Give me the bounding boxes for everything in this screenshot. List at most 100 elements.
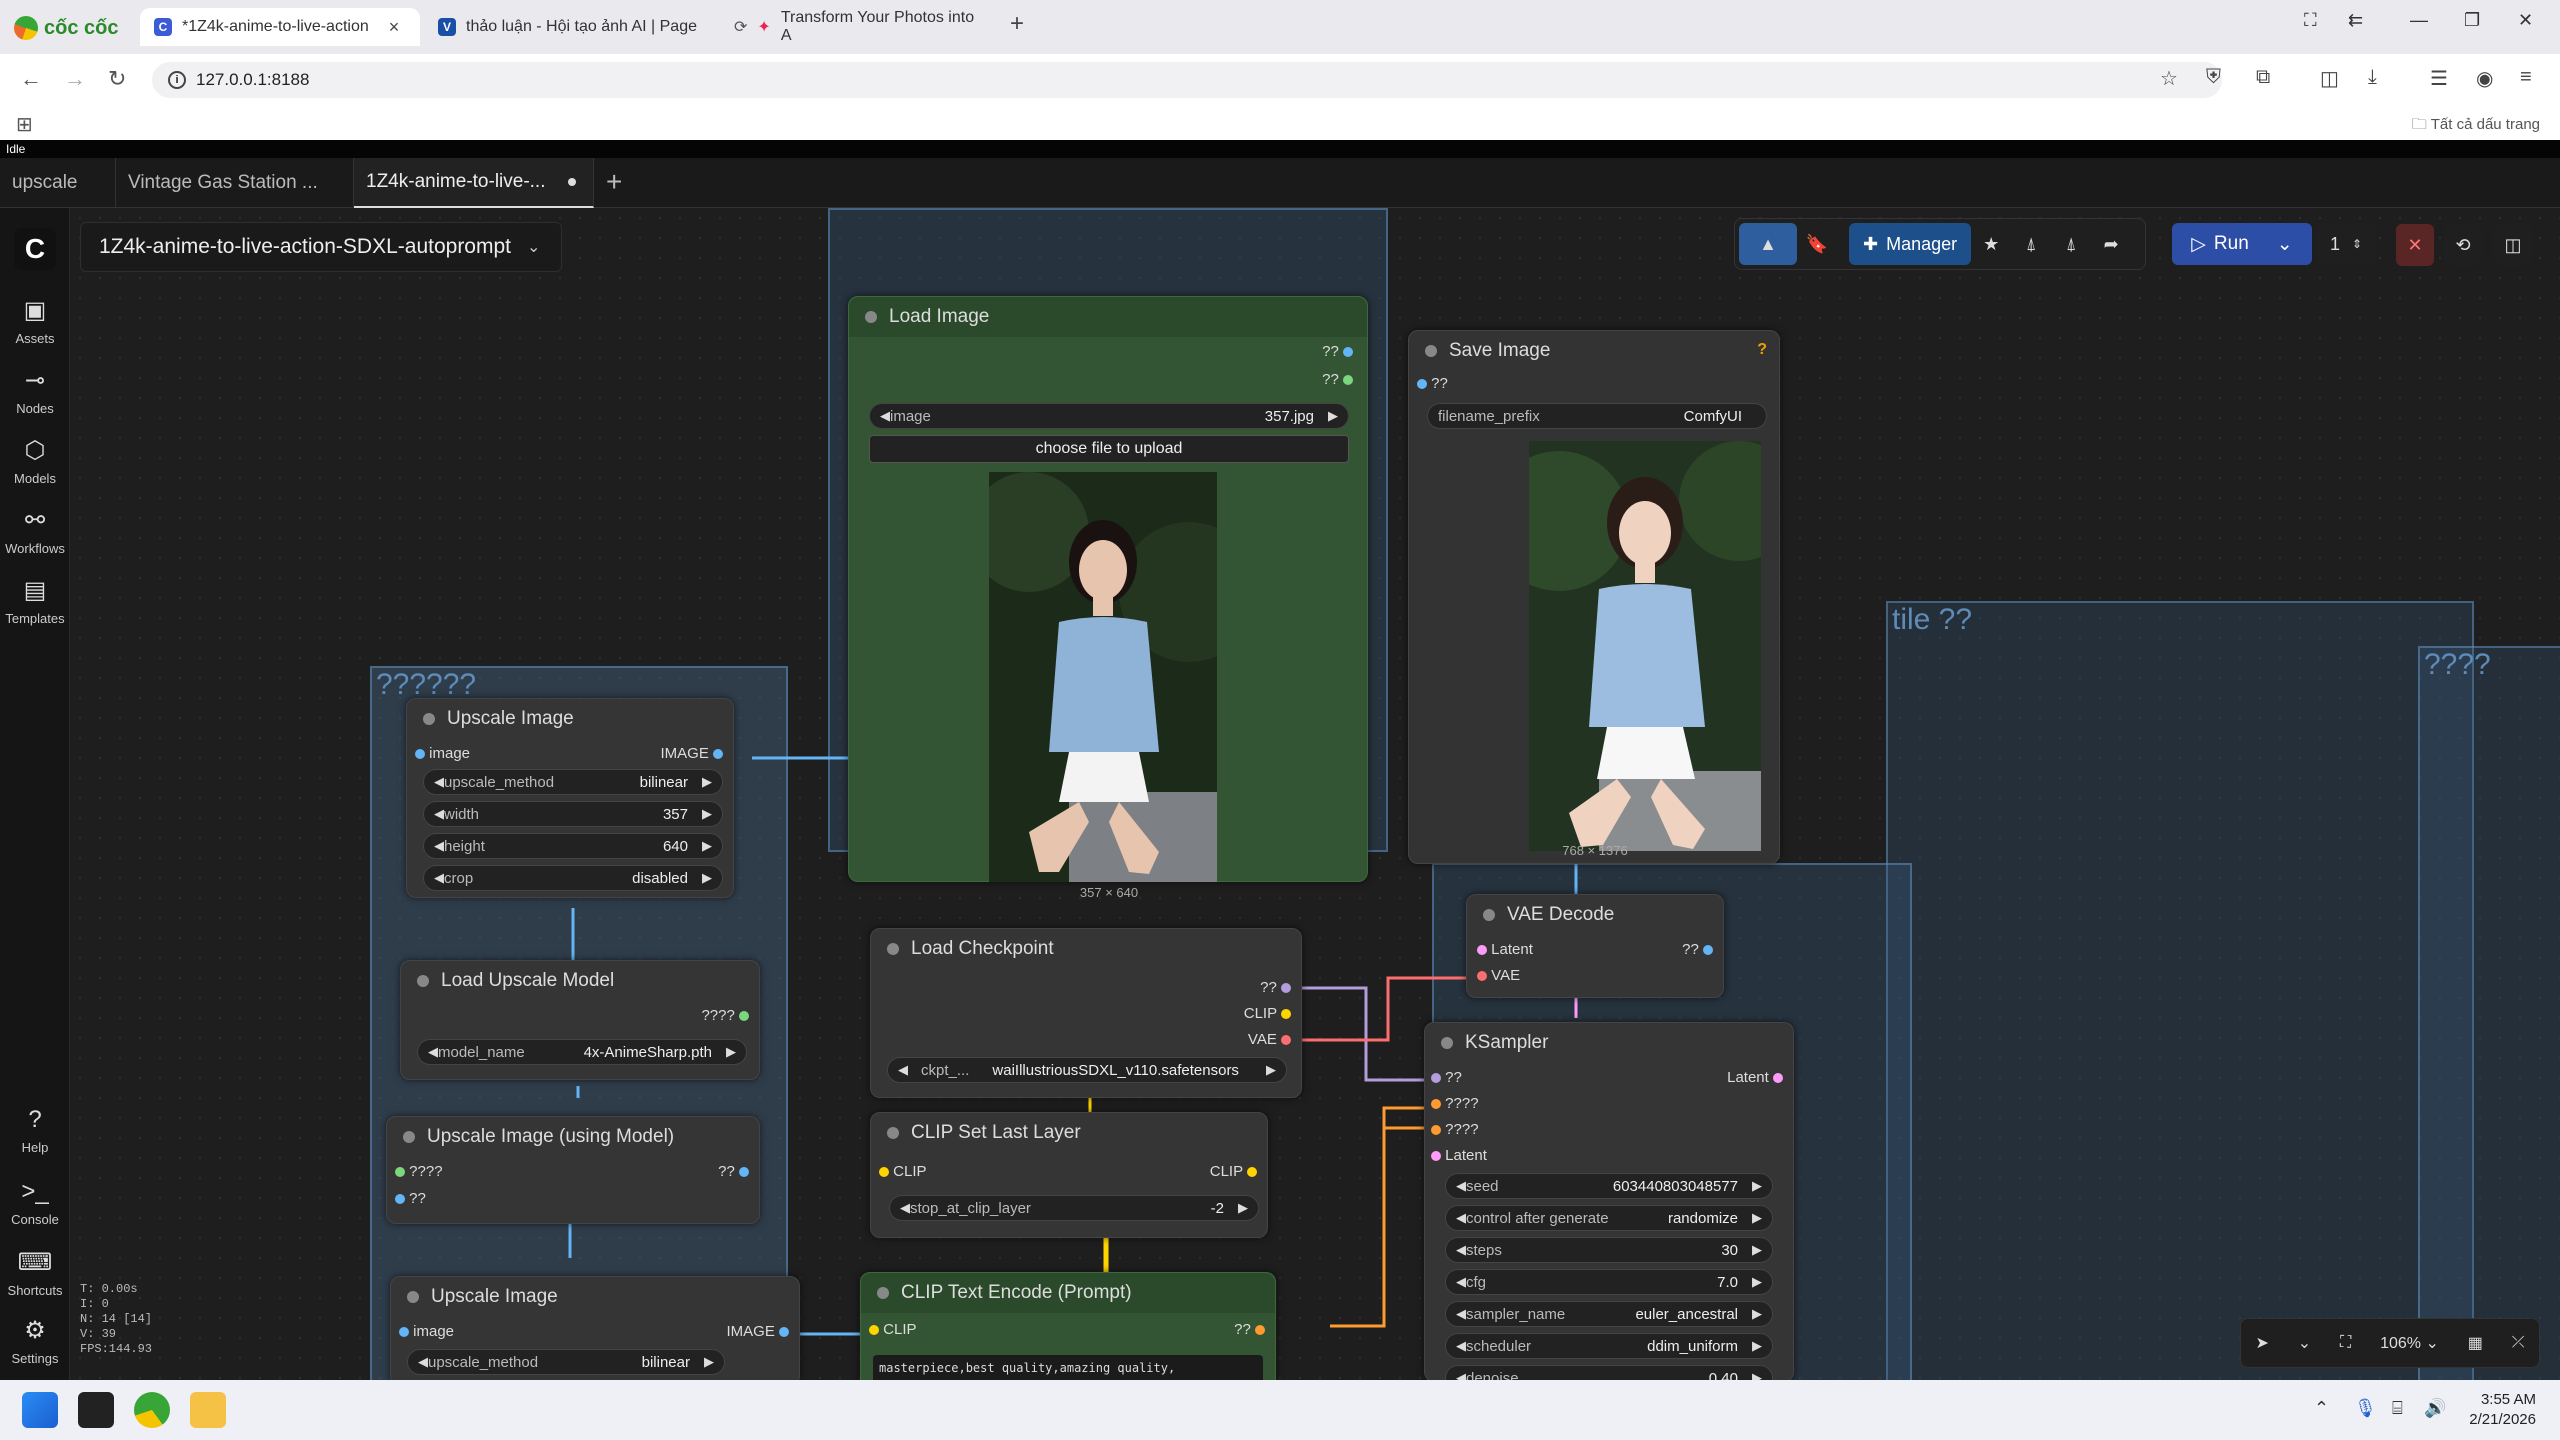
browser-brand[interactable]: cốc cốc [14, 14, 118, 42]
output-slot[interactable]: ?? [718, 1163, 749, 1180]
arrow-right-icon[interactable]: ▶ [1752, 1242, 1762, 1258]
arrow-right-icon[interactable]: ▶ [1752, 1338, 1762, 1354]
sidebar-item-models[interactable]: ⬡ Models [0, 436, 70, 486]
node-title[interactable]: Load Checkpoint [871, 929, 1301, 969]
output-slot[interactable]: Latent [1727, 1069, 1783, 1086]
filename-prefix-field[interactable]: filename_prefix ComfyUI [1427, 403, 1767, 429]
input-slot[interactable]: ???? [1431, 1121, 1479, 1138]
media-icon[interactable]: ☰ [2430, 66, 2448, 91]
node-title[interactable]: Upscale Image [407, 699, 733, 739]
node-ksampler[interactable]: KSampler ?? ???? ???? Latent Latent ◀ see… [1424, 1022, 1794, 1380]
node-vae-decode[interactable]: VAE Decode Latent VAE ?? [1466, 894, 1724, 998]
arrow-left-icon[interactable]: ◀ [434, 806, 444, 822]
output-slot[interactable]: ???? [701, 1007, 749, 1024]
panel-toggle-icon[interactable]: ◫ [2494, 224, 2532, 266]
cancel-icon[interactable]: ✕ [2396, 224, 2434, 266]
height-field[interactable]: ◀ height 640 ▶ [423, 833, 723, 859]
output-slot[interactable]: ?? [1322, 343, 1353, 360]
comfy-logo-icon[interactable]: C [14, 228, 56, 270]
app-logo-icon[interactable]: ▲ [1739, 223, 1797, 265]
width-field[interactable]: ◀ width 357 ▶ [423, 801, 723, 827]
clock[interactable]: 3:55 AM 2/21/2026 [2469, 1390, 2536, 1430]
browser-tab-transform[interactable]: ⟳ ✦ Transform Your Photos into A [720, 8, 1000, 46]
help-badge[interactable]: ? [1757, 341, 1767, 359]
ckpt-name-combo[interactable]: ◀ ckpt_... waiIllustriousSDXL_v110.safeten… [887, 1057, 1287, 1083]
sidebar-item-workflows[interactable]: ⚯ Workflows [0, 506, 70, 556]
input-slot[interactable]: Latent [1477, 941, 1533, 958]
browser-tab-forum[interactable]: V thảo luận - Hội tạo ảnh AI | Page [424, 8, 714, 46]
arrow-left-icon[interactable]: ◀ [1456, 1306, 1466, 1322]
arrow-left-icon[interactable]: ◀ [900, 1200, 910, 1216]
input-slot[interactable]: ???? [1431, 1095, 1479, 1112]
output-slot[interactable]: ?? [1322, 371, 1353, 388]
arrow-left-icon[interactable]: ◀ [880, 408, 890, 424]
file-explorer-icon[interactable] [190, 1392, 226, 1428]
browser-tab-comfy[interactable]: C *1Z4k-anime-to-live-action × [140, 8, 420, 46]
zoom-level[interactable]: 106% ⌄ [2380, 1333, 2439, 1353]
output-slot[interactable]: ?? [1682, 941, 1713, 958]
history-back-icon[interactable]: ⇇ [2348, 10, 2363, 31]
sidebar-item-help[interactable]: ? Help [0, 1106, 70, 1155]
node-load-checkpoint[interactable]: Load Checkpoint ?? CLIP VAE ◀ ckpt_... wai… [870, 928, 1302, 1098]
split-view-icon[interactable]: ◫ [2320, 66, 2339, 91]
workflow-title-dropdown[interactable]: 1Z4k-anime-to-live-action-SDXL-autopromp… [80, 222, 562, 272]
coccoc-taskbar-icon[interactable] [134, 1392, 170, 1428]
arrow-left-icon[interactable]: ◀ [1456, 1178, 1466, 1194]
output-slot[interactable]: CLIP [1244, 1005, 1291, 1022]
arrow-right-icon[interactable]: ▶ [1752, 1210, 1762, 1226]
arrow-right-icon[interactable]: ▶ [1266, 1062, 1276, 1078]
share-b-icon[interactable]: ⍋ [2051, 223, 2091, 265]
node-title[interactable]: KSampler [1425, 1023, 1793, 1063]
link-visibility-icon[interactable]: ⤫ [2512, 1334, 2525, 1352]
new-tab-icon[interactable]: + [1010, 10, 1024, 38]
arrow-right-icon[interactable]: ▶ [1752, 1274, 1762, 1290]
sidebar-item-console[interactable]: >_ Console [0, 1178, 70, 1227]
image-combo[interactable]: ◀ image 357.jpg ▶ [869, 403, 1349, 429]
tab-anime-to-live[interactable]: 1Z4k-anime-to-live-... [354, 158, 594, 208]
scheduler-combo[interactable]: ◀ scheduler ddim_uniform ▶ [1445, 1333, 1773, 1359]
upload-button[interactable]: choose file to upload [869, 435, 1349, 463]
url-field[interactable]: i 127.0.0.1:8188 [152, 62, 2222, 98]
fit-view-icon[interactable]: ⛶ [2340, 1334, 2351, 1352]
profile-icon[interactable]: ◉ [2476, 66, 2493, 91]
bookmark-star-icon[interactable]: ☆ [2160, 66, 2178, 91]
extensions-icon[interactable]: ⧉ [2256, 66, 2270, 89]
network-icon[interactable]: ⌸ [2392, 1398, 2403, 1419]
arrow-left-icon[interactable]: ◀ [1456, 1210, 1466, 1226]
arrow-right-icon[interactable]: ▶ [704, 1354, 714, 1370]
output-slot[interactable]: IMAGE [726, 1323, 789, 1340]
prompt-textarea[interactable]: masterpiece,best quality,amazing quality… [873, 1355, 1263, 1380]
arrow-left-icon[interactable]: ◀ [1456, 1338, 1466, 1354]
input-slot[interactable]: CLIP [869, 1321, 917, 1338]
sidebar-item-shortcuts[interactable]: ⌨ Shortcuts [0, 1248, 70, 1298]
share-arrow-icon[interactable]: ➦ [2091, 223, 2131, 265]
tab-upscale[interactable]: upscale [0, 158, 116, 208]
arrow-right-icon[interactable]: ▶ [1238, 1200, 1248, 1216]
start-icon[interactable] [22, 1392, 58, 1428]
node-title[interactable]: Save Image [1409, 331, 1779, 371]
run-button[interactable]: ▷ Run ⌄ [2172, 223, 2312, 265]
arrow-right-icon[interactable]: ▶ [702, 806, 712, 822]
close-window-icon[interactable]: ✕ [2518, 10, 2533, 31]
input-slot[interactable]: ?? [395, 1190, 426, 1207]
node-upscale-image[interactable]: Upscale Image image IMAGE ◀ upscale_metho… [406, 698, 734, 898]
node-load-upscale-model[interactable]: Load Upscale Model ???? ◀ model_name 4x-An… [400, 960, 760, 1080]
download-icon[interactable]: ⤓ [2368, 66, 2377, 89]
share-a-icon[interactable]: ⍋ [2011, 223, 2051, 265]
arrow-left-icon[interactable]: ◀ [434, 774, 444, 790]
history-icon[interactable]: ⟲ [2444, 224, 2482, 266]
arrow-right-icon[interactable]: ▶ [702, 838, 712, 854]
node-title[interactable]: CLIP Text Encode (Prompt) [861, 1273, 1275, 1313]
forward-icon[interactable]: → [64, 66, 86, 92]
site-info-icon[interactable]: i [168, 71, 186, 89]
arrow-right-icon[interactable]: ▶ [1752, 1370, 1762, 1380]
arrow-left-icon[interactable]: ◀ [898, 1062, 908, 1078]
pointer-tool-icon[interactable]: ➤ [2255, 1333, 2268, 1353]
arrow-left-icon[interactable]: ◀ [428, 1044, 438, 1060]
terminal-icon[interactable] [78, 1392, 114, 1428]
node-title[interactable]: CLIP Set Last Layer [871, 1113, 1267, 1153]
apps-grid-icon[interactable]: ⊞ [16, 112, 33, 137]
arrow-left-icon[interactable]: ◀ [434, 870, 444, 886]
arrow-left-icon[interactable]: ◀ [1456, 1370, 1466, 1380]
restore-icon[interactable]: ❐ [2464, 10, 2480, 31]
